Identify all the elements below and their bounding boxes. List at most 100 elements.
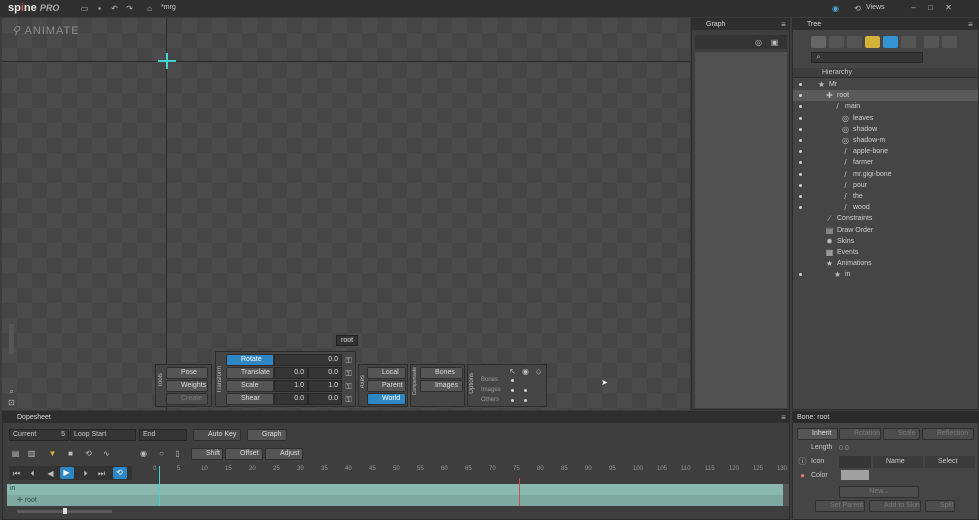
tree-item[interactable]: / main [793,101,978,112]
loop-toggle[interactable]: ⟲ [113,467,127,479]
select-toggle[interactable]: Select [925,456,975,468]
create-button[interactable]: Create [166,393,208,405]
key-icon[interactable]: ⚿ [344,395,353,404]
offset-button[interactable]: Offset [225,448,263,460]
key-icon[interactable]: ⚿ [344,356,353,365]
paste-icon[interactable]: ▥ [27,449,36,458]
tree-item[interactable]: ★ Mr [793,79,978,90]
gear-icon[interactable]: ◎ [754,38,763,47]
add-to-skin-button[interactable]: Add to Skin [869,500,921,512]
translate-y-field[interactable]: 0.0 [308,367,342,379]
paste-icon[interactable] [942,36,957,48]
tree-item[interactable]: ★ Animations [793,258,978,269]
filter-constraints-icon[interactable] [865,36,880,48]
dot[interactable] [511,389,514,392]
graph-canvas[interactable] [695,52,787,408]
visibility-dot[interactable] [799,195,802,198]
dot[interactable] [524,389,527,392]
scrollbar[interactable] [783,484,789,506]
loop-start-field[interactable]: Loop Start [70,429,136,441]
minimize-icon[interactable]: – [909,3,918,12]
prev-frame-icon[interactable]: ⏴ [28,469,37,478]
world-axis-button[interactable]: World [367,393,406,405]
filter-skins-icon[interactable] [901,36,916,48]
rotate-button[interactable]: Rotate [226,354,274,366]
shear-button[interactable]: Shear [226,393,274,405]
filter-slots-icon[interactable] [829,36,844,48]
weights-button[interactable]: Weights [166,380,208,392]
interp-icon[interactable]: ∿ [102,449,111,458]
fit-icon[interactable]: ⊡ [7,398,16,407]
filter-attachments-icon[interactable] [847,36,862,48]
tree-item[interactable]: / apple-bone [793,146,978,157]
first-frame-icon[interactable]: ⏮ [12,469,21,478]
set-parent-button[interactable]: Set Parent [815,500,865,512]
copy-icon[interactable]: ▤ [11,449,20,458]
key-icon[interactable]: ○ [157,449,166,458]
eye-icon[interactable]: ◉ [831,4,840,13]
tree-item[interactable]: ◎ shadow [793,124,978,135]
copy-icon[interactable] [924,36,939,48]
local-axis-button[interactable]: Local [367,367,406,379]
maximize-icon[interactable]: □ [926,3,935,12]
tree-search-input[interactable]: ⌕ [811,52,923,63]
translate-button[interactable]: Translate [226,367,274,379]
shift-button[interactable]: Shift [191,448,223,460]
scale-y-field[interactable]: 1.0 [308,380,342,392]
dot[interactable] [524,399,527,402]
scale-x-field[interactable]: 1.0 [274,380,308,392]
root-bone-v[interactable] [166,53,168,69]
timeline-ruler[interactable]: 0 5 10 15 20 25 30 35 40 45 50 55 60 65 70 75 80 85 90 95 10… [153,466,787,476]
filter-animations-icon[interactable] [883,36,898,48]
project-icon[interactable]: ⌂ [145,4,154,13]
current-frame-field[interactable]: Current 5 [9,429,69,441]
key-icon[interactable]: ⚿ [344,369,353,378]
compensate-bones-button[interactable]: Bones [420,367,463,379]
menu-icon[interactable]: ≡ [779,413,788,422]
tree-item[interactable]: / the [793,191,978,202]
frame-icon[interactable]: ▣ [770,38,779,47]
delete-icon[interactable]: ▯ [173,449,182,458]
close-icon[interactable]: ✕ [944,3,953,12]
undo-icon[interactable]: ↶ [110,4,119,13]
dot[interactable] [511,399,514,402]
playhead[interactable] [159,466,160,506]
loop-icon[interactable]: ⟲ [84,449,93,458]
visibility-dot[interactable] [799,150,802,154]
tree-item[interactable]: ▤ Draw Order [793,225,978,236]
shear-y-field[interactable]: 0.0 [308,393,342,405]
inherit-scale-toggle[interactable]: Scale [883,428,920,440]
visibility-dot[interactable] [799,139,802,142]
zoom-handle[interactable] [63,508,67,514]
filter-bones-icon[interactable] [811,36,826,48]
redo-icon[interactable]: ↷ [125,4,134,13]
tree-item[interactable]: ✚ root [793,90,978,102]
save-icon[interactable]: ▪ [95,4,104,13]
dot[interactable] [511,379,514,382]
last-frame-icon[interactable]: ⏭ [97,469,106,478]
compensate-images-button[interactable]: Images [420,380,463,392]
key-icon[interactable]: ⚿ [344,382,353,391]
visibility-dot[interactable] [799,161,802,165]
tree-item[interactable]: / pour [793,180,978,191]
timeline-row-in[interactable]: in [7,484,783,495]
pose-button[interactable]: Pose [166,367,208,379]
visibility-icon[interactable]: ◉ [521,367,530,376]
visibility-dot[interactable] [799,172,802,176]
tree-item[interactable]: ★ in [793,269,978,280]
visibility-dot[interactable] [799,116,802,120]
lock-icon[interactable]: ■ [66,449,75,458]
visibility-dot[interactable] [799,94,802,98]
zoom-icon[interactable]: ⌕ [7,387,16,396]
visibility-dot[interactable] [799,273,802,277]
views-menu[interactable]: Views [866,4,885,11]
filter-icon[interactable]: ▼ [48,449,57,458]
tree-item[interactable]: ✹ Skins [793,236,978,247]
next-frame-icon[interactable]: ⏵ [81,469,90,478]
tree-item[interactable]: / mr.gigi-bone [793,169,978,180]
name-toggle[interactable]: Name [873,456,923,468]
adjust-button[interactable]: Adjust [265,448,303,460]
scale-button[interactable]: Scale [226,380,274,392]
shear-x-field[interactable]: 0.0 [274,393,308,405]
zoom-slider[interactable] [9,324,14,354]
